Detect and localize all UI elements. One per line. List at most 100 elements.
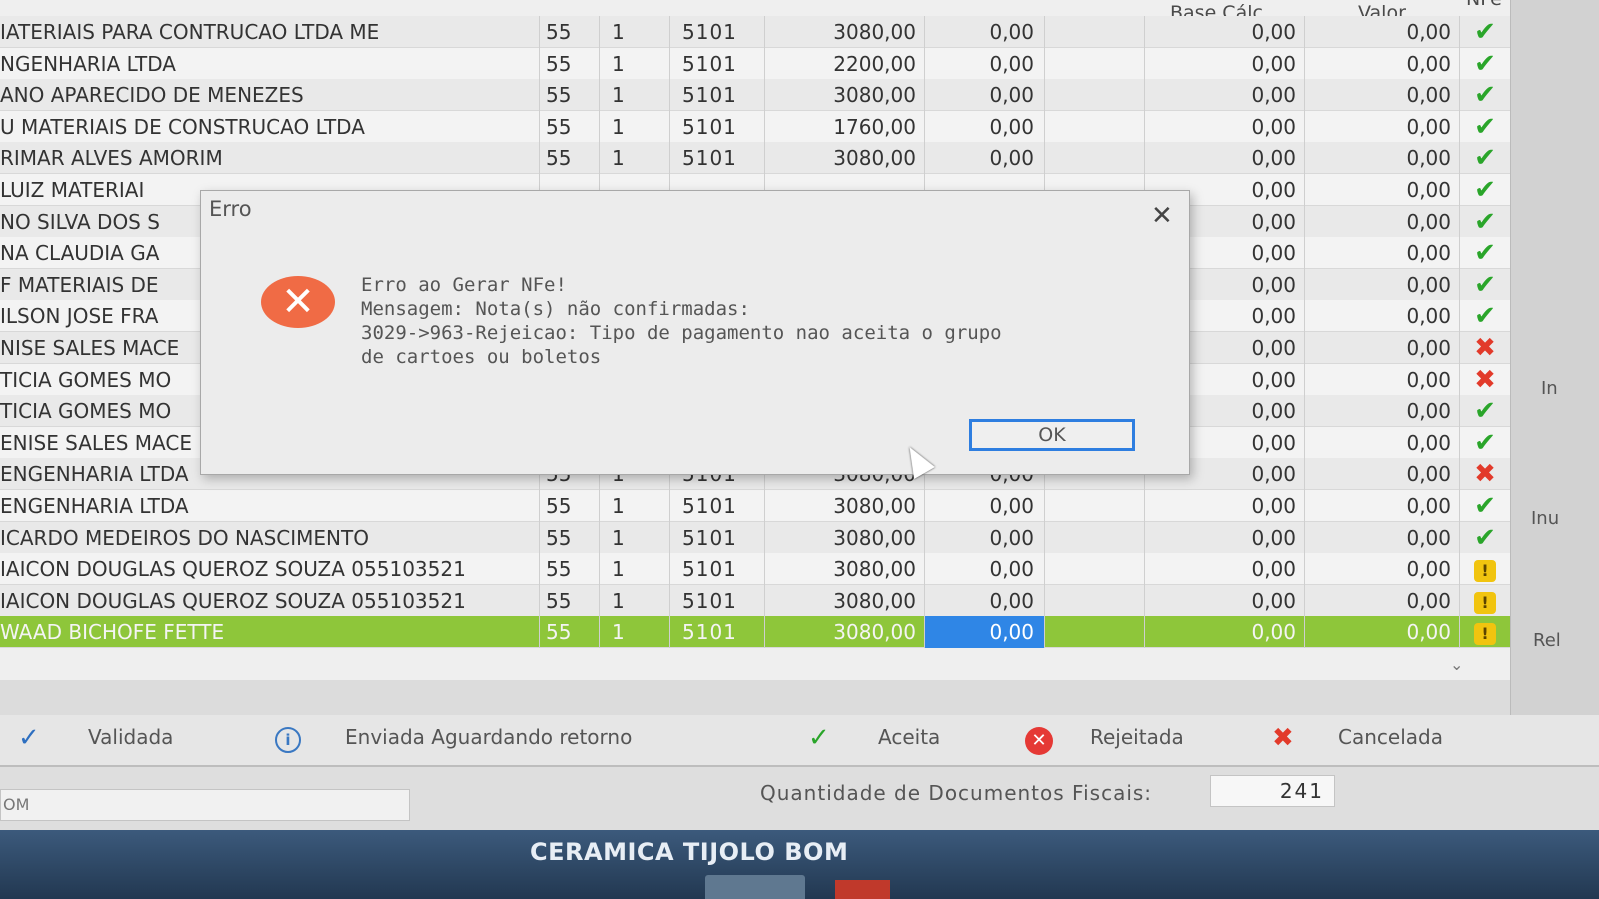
cell-blank [1045,584,1145,617]
legend-rejeitada: Rejeitada [1090,725,1184,749]
cell-status: ✔ [1460,79,1510,111]
scroll-down-icon[interactable]: ⌄ [1450,655,1463,674]
legend-cancelada: Cancelada [1338,725,1443,749]
dialog-message: Erro ao Gerar NFe! Mensagem: Nota(s) não… [361,273,1141,369]
cell-valor-total: 3080,00 [765,521,925,554]
cell-status: ✔ [1460,142,1510,174]
cell-icms: 0,00 [925,553,1045,586]
aceita-check-icon: ✓ [808,723,830,753]
table-row[interactable]: WAAD BICHOFE FETTE 55 1 5101 3080,00 0,00 0,00… [0,616,1510,649]
cell-mod: 55 [540,142,600,175]
cell-blank [1045,47,1145,80]
status-check-icon: ✔ [1474,396,1496,427]
table-row[interactable]: U MATERIAIS DE CONSTRUCAO LTDA 55 1 5101 176… [0,110,1510,143]
cell-mod: 55 [540,490,600,522]
dialog-title: Erro [209,197,252,221]
cell-name: NGENHARIA LTDA [0,47,540,80]
cell-name: IATERIAIS PARA CONTRUCAO LTDA ME [0,16,540,48]
cell-icms: 0,00 [925,490,1045,522]
taskbar-app-button-red[interactable] [835,880,890,899]
side-button-inu[interactable]: Inu [1531,508,1559,529]
cell-serie: 1 [600,553,670,586]
cell-cfop: 5101 [670,584,765,617]
cell-status: ✔ [1460,16,1510,48]
status-check-icon: ✔ [1474,491,1496,521]
cell-serie: 1 [600,16,670,48]
cell-valor: 0,00 [1305,616,1460,649]
cell-base-calc: 0,00 [1145,584,1305,617]
cell-base-calc: 0,00 [1145,110,1305,143]
cell-status: ✔ [1460,522,1510,554]
cell-status: ✖ [1460,332,1510,364]
cell-cfop: 5101 [670,553,765,586]
side-button-rel[interactable]: Rel [1533,630,1561,651]
cell-valor: 0,00 [1305,332,1460,364]
cell-status: ✔ [1460,48,1510,80]
table-row[interactable]: RIMAR ALVES AMORIM 55 1 5101 3080,00 0,00 0,00… [0,142,1510,175]
table-row[interactable]: ICARDO MEDEIROS DO NASCIMENTO 55 1 5101 3080… [0,521,1510,554]
cell-cfop: 5101 [670,110,765,143]
taskbar-app-button[interactable] [705,875,805,899]
side-panel: In Inu Rel [1510,0,1599,740]
cell-blank [1045,553,1145,586]
table-row[interactable]: ANO APARECIDO DE MENEZES 55 1 5101 3080,00 0,… [0,79,1510,112]
cell-base-calc: 0,00 [1145,47,1305,80]
cell-name: RIMAR ALVES AMORIM [0,142,540,175]
cell-cfop: 5101 [670,142,765,175]
cell-name: WAAD BICHOFE FETTE [0,616,540,649]
cell-status: ✔ [1460,269,1510,301]
cell-cfop: 5101 [670,490,765,522]
cell-valor-total: 3080,00 [765,16,925,48]
cell-valor: 0,00 [1305,237,1460,270]
cell-valor-total: 3080,00 [765,490,925,522]
legend-validada: Validada [88,725,174,749]
status-check-icon: ✔ [1474,48,1496,79]
side-button-in[interactable]: In [1541,378,1558,399]
cell-valor-total: 3080,00 [765,79,925,112]
taskbar: CERAMICA TIJOLO BOM [0,830,1599,899]
company-field[interactable]: OM [0,789,410,821]
table-row[interactable]: ENGENHARIA LTDA55151013080,000,000,000,0… [0,490,1510,522]
status-check-icon: ✔ [1474,301,1496,332]
qty-label: Quantidade de Documentos Fiscais: [760,781,1153,805]
taskbar-title: CERAMICA TIJOLO BOM [530,838,849,866]
cell-valor: 0,00 [1305,142,1460,175]
cell-status: ✔ [1460,174,1510,206]
cell-valor: 0,00 [1305,268,1460,301]
table-row[interactable]: IATERIAIS PARA CONTRUCAO LTDA ME 55 1 5101 3… [0,16,1510,48]
enviada-info-icon: i [275,727,301,753]
cell-blank [1045,142,1145,175]
table-row[interactable]: NGENHARIA LTDA 55 1 5101 2200,00 0,00 0,00 0,00… [0,47,1510,80]
cell-cfop: 5101 [670,47,765,80]
close-icon[interactable]: ✕ [1151,201,1173,231]
header-nfe[interactable]: NFe [1466,0,1502,10]
ok-button[interactable]: OK [969,419,1135,451]
cell-valor: 0,00 [1305,490,1460,522]
cell-serie: 1 [600,110,670,143]
cell-name: IAICON DOUGLAS QUEROZ SOUZA 055103521 [0,584,540,617]
cell-mod: 55 [540,616,600,649]
status-x-icon: ✖ [1474,364,1496,395]
cell-status: ✔ [1460,206,1510,238]
cell-valor-total: 3080,00 [765,142,925,175]
cell-name: ENGENHARIA LTDA [0,490,540,522]
error-dialog: Erro ✕ ✕ Erro ao Gerar NFe! Mensagem: No… [200,190,1190,475]
legend-aceita: Aceita [878,725,941,749]
cell-icms: 0,00 [925,79,1045,112]
cell-cfop: 5101 [670,616,765,649]
cell-status: ✔ [1460,237,1510,269]
cell-name: ANO APARECIDO DE MENEZES [0,79,540,112]
cell-valor: 0,00 [1305,174,1460,206]
table-row[interactable]: IAICON DOUGLAS QUEROZ SOUZA 055103521 55 1… [0,553,1510,586]
cell-valor: 0,00 [1305,553,1460,586]
cell-status: ✔ [1460,300,1510,332]
cell-status: ✔ [1460,395,1510,427]
table-row[interactable]: IAICON DOUGLAS QUEROZ SOUZA 055103521 55 1… [0,584,1510,617]
status-check-icon: ✔ [1474,111,1496,142]
status-check-icon: ✔ [1474,175,1496,205]
cell-serie: 1 [600,616,670,649]
cell-valor: 0,00 [1305,395,1460,428]
cell-valor: 0,00 [1305,521,1460,554]
cell-valor-total: 3080,00 [765,616,925,649]
cell-mod: 55 [540,16,600,48]
